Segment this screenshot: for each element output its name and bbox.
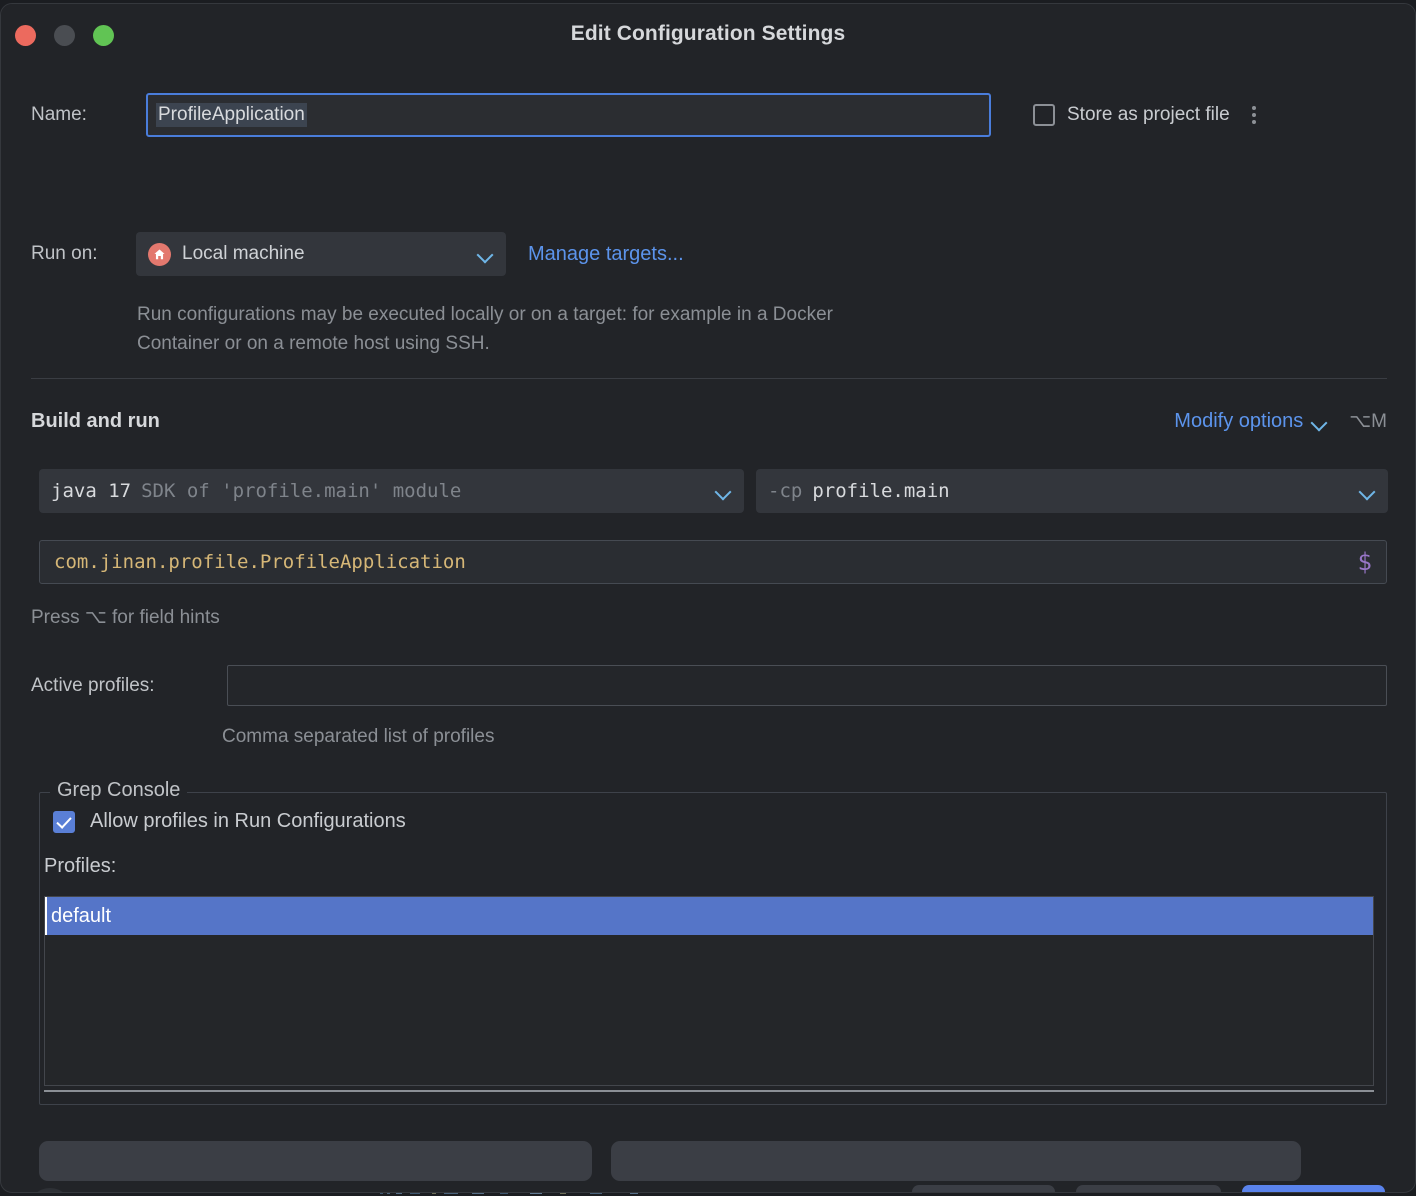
allow-profiles-label: Allow profiles in Run Configurations <box>90 810 406 832</box>
modify-options-group[interactable]: Modify options ⌥M <box>1174 410 1387 433</box>
edit-configuration-dialog: Edit Configuration Settings Name: Profil… <box>0 3 1416 1193</box>
run-on-label: Run on: <box>31 243 98 264</box>
run-on-description: Run configurations may be executed local… <box>137 304 833 354</box>
sdk-and-classpath-row: java 17 SDK of 'profile.main' module -cp… <box>39 469 1388 513</box>
grep-console-legend: Grep Console <box>50 779 188 802</box>
name-label: Name: <box>31 104 87 125</box>
active-profiles-input[interactable] <box>227 665 1387 706</box>
cancel-button[interactable]: Cancel <box>912 1185 1055 1192</box>
jdk-name: java 17 <box>51 480 132 502</box>
more-vertical-icon[interactable] <box>1251 106 1256 124</box>
chevron-down-icon <box>478 249 494 259</box>
run-on-dropdown[interactable]: Local machine <box>136 232 506 276</box>
build-and-run-header: Build and run Modify options ⌥M <box>31 410 1387 433</box>
title-bar: Edit Configuration Settings <box>1 4 1415 66</box>
dialog-body: Name: ProfileApplication Store as projec… <box>1 66 1415 1192</box>
allow-profiles-checkbox[interactable] <box>53 810 75 833</box>
dialog-title: Edit Configuration Settings <box>570 22 846 45</box>
list-bottom-rule <box>44 1090 1374 1092</box>
list-item[interactable]: default <box>45 897 1373 935</box>
modify-options-link[interactable]: Modify options <box>1174 410 1303 433</box>
store-as-project-file-row[interactable]: Store as project file <box>1033 104 1256 126</box>
store-as-project-file-checkbox[interactable] <box>1033 104 1055 126</box>
main-class-value: com.jinan.profile.ProfileApplication <box>54 551 466 573</box>
chevron-down-icon <box>716 486 732 496</box>
run-on-selected-value: Local machine <box>182 243 305 264</box>
store-as-project-file-label: Store as project file <box>1067 104 1230 125</box>
macro-dollar-icon[interactable]: $ <box>1358 548 1372 576</box>
name-input-value: ProfileApplication <box>156 103 307 127</box>
home-icon <box>148 242 171 266</box>
jdk-dropdown[interactable]: java 17 SDK of 'profile.main' module <box>39 469 744 513</box>
allow-profiles-row[interactable]: Allow profiles in Run Configurations <box>53 810 406 833</box>
run-button[interactable]: Run <box>1242 1185 1385 1192</box>
apply-button[interactable]: Apply <box>1076 1185 1221 1192</box>
name-row: Name: ProfileApplication Store as projec… <box>31 93 1387 137</box>
clipped-panel-right[interactable] <box>611 1141 1301 1181</box>
classpath-dropdown[interactable]: -cp profile.main <box>756 469 1388 513</box>
grep-console-group: Grep Console Allow profiles in Run Confi… <box>39 779 1387 1105</box>
profiles-list-label: Profiles: <box>44 855 117 877</box>
classpath-module: profile.main <box>812 480 950 502</box>
active-profiles-label: Active profiles: <box>31 674 155 696</box>
classpath-flag: -cp <box>768 480 803 502</box>
field-hints-text: Press ⌥ for field hints <box>31 607 220 628</box>
section-divider <box>31 378 1387 379</box>
modify-options-shortcut: ⌥M <box>1349 411 1387 432</box>
active-profiles-hint: Comma separated list of profiles <box>222 726 495 747</box>
chevron-down-icon <box>1360 486 1376 496</box>
name-input[interactable]: ProfileApplication <box>146 93 991 137</box>
profiles-list-box[interactable]: default <box>44 896 1374 1086</box>
build-and-run-title: Build and run <box>31 410 160 432</box>
dialog-buttons: Cancel Apply Run <box>912 1185 1385 1192</box>
help-button[interactable]: ? <box>28 1188 72 1192</box>
run-on-row: Run on: Local machine Manage targets... <box>31 232 684 276</box>
jdk-description: SDK of 'profile.main' module <box>141 480 462 502</box>
manage-targets-link[interactable]: Manage targets... <box>528 243 684 266</box>
main-class-input[interactable]: com.jinan.profile.ProfileApplication $ <box>39 540 1387 584</box>
active-profiles-row: Active profiles: <box>31 665 1387 706</box>
clipped-panel-left[interactable] <box>39 1141 592 1181</box>
chevron-down-icon <box>1312 417 1328 427</box>
